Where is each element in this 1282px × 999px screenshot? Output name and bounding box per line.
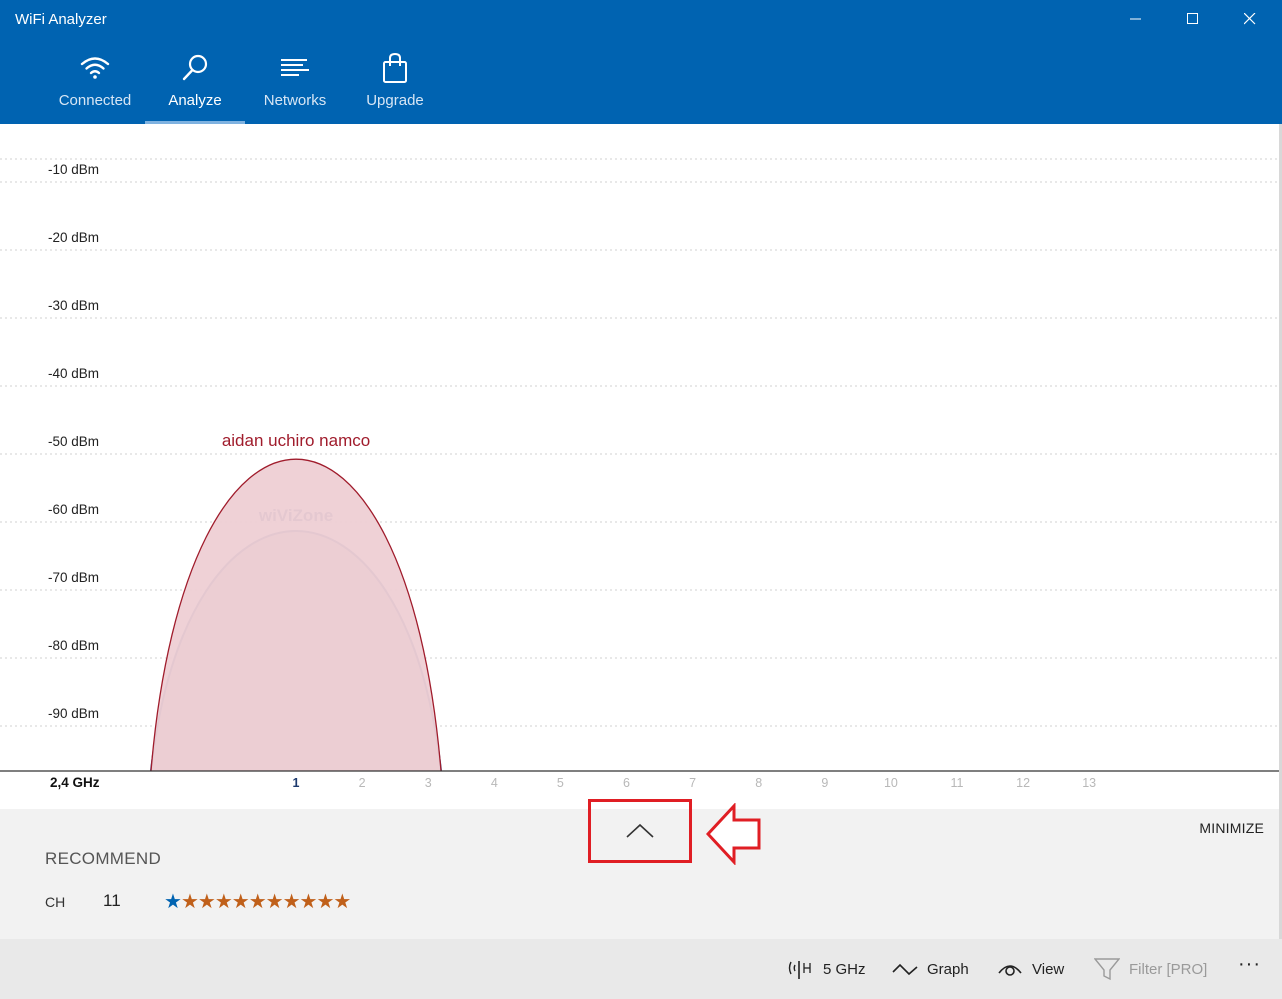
tab-label: Upgrade — [366, 92, 424, 109]
recommend-title: RECOMMEND — [45, 849, 162, 868]
band-5ghz-label: 5 GHz — [823, 960, 866, 978]
minimize-panel-button[interactable]: MINIMIZE — [1199, 820, 1264, 836]
y-tick-label: -10 dBm — [48, 162, 99, 177]
wifi-icon — [80, 57, 110, 79]
signal-chart-svg: -10 dBm -20 dBm -30 dBm -40 dBm -50 dBm -60 d… — [0, 158, 1279, 790]
minimize-icon — [1130, 18, 1141, 20]
networks-list-icon — [281, 59, 309, 76]
tab-label: Analyze — [168, 92, 222, 109]
expand-panel-button[interactable] — [588, 799, 692, 863]
x-tick-label: 7 — [689, 776, 696, 790]
funnel-icon — [1094, 958, 1120, 981]
chevron-up-icon — [626, 823, 654, 838]
y-tick-label: -40 dBm — [48, 366, 99, 381]
graph-label: Graph — [927, 960, 969, 978]
arrow-left-annotation-icon — [706, 803, 761, 865]
x-tick-label: 8 — [755, 776, 762, 790]
rating-star: ★ — [299, 889, 318, 913]
rating-star: ★ — [180, 889, 199, 913]
band-label: 2,4 GHz — [50, 775, 100, 790]
rating-star: ★ — [333, 889, 351, 913]
x-tick-label: 2 — [359, 776, 366, 790]
rating-star: ★ — [316, 889, 334, 913]
tab-networks[interactable]: Networks — [245, 46, 345, 124]
y-tick-label: -80 dBm — [48, 638, 99, 653]
more-options-button[interactable]: ··· — [1238, 951, 1261, 977]
recommended-channel-value: 11 — [103, 891, 121, 910]
rating-star-filled: ★ — [164, 889, 182, 913]
tab-connected[interactable]: Connected — [45, 46, 145, 124]
rating-star: ★ — [282, 889, 301, 913]
band-5ghz-button[interactable]: 5 GHz — [786, 956, 866, 982]
channel-rating-stars: ★★★★★★★★★★★ — [164, 889, 351, 913]
view-label: View — [1032, 960, 1065, 978]
magnifier-icon — [182, 54, 208, 81]
x-tick-label: 5 — [557, 776, 564, 790]
antenna-icon — [788, 961, 811, 979]
filter-label: Filter [PRO] — [1129, 960, 1208, 978]
x-tick-label: 9 — [821, 776, 828, 790]
x-tick-label: 11 — [951, 776, 964, 790]
eye-icon — [998, 965, 1022, 976]
rating-star: ★ — [265, 889, 284, 913]
shopping-bag-icon — [383, 52, 407, 83]
minimize-window-button[interactable] — [1108, 0, 1164, 38]
title-bar: WiFi Analyzer Connected Analyze Networks… — [0, 0, 1282, 124]
y-tick-label: -90 dBm — [48, 706, 99, 721]
rating-star: ★ — [248, 889, 267, 913]
x-tick-label: 4 — [491, 776, 498, 790]
y-tick-label: -30 dBm — [48, 298, 99, 313]
y-tick-label: -50 dBm — [48, 434, 99, 449]
x-tick-label: 13 — [1082, 776, 1096, 790]
graph-button[interactable]: Graph — [892, 956, 969, 982]
x-tick-label: 3 — [425, 776, 432, 790]
x-tick-label: 6 — [623, 776, 630, 790]
network-label: aidan uchiro namco — [222, 431, 370, 450]
filter-pro-button[interactable]: Filter [PRO] — [1094, 956, 1207, 982]
y-tick-label: -70 dBm — [48, 570, 99, 585]
close-window-button[interactable] — [1222, 0, 1278, 38]
tab-upgrade[interactable]: Upgrade — [345, 46, 445, 124]
channel-label: CH — [45, 894, 66, 910]
y-tick-label: -20 dBm — [48, 230, 99, 245]
recommend-panel: MINIMIZE RECOMMEND CH 11 ★★★★★★★★★★★ — [0, 799, 1282, 939]
signal-chart: -10 dBm -20 dBm -30 dBm -40 dBm -50 dBm -60 d… — [0, 124, 1282, 809]
maximize-icon — [1187, 13, 1198, 24]
x-tick-label: 10 — [884, 776, 898, 790]
rating-star: ★ — [231, 889, 250, 913]
close-icon — [1244, 13, 1256, 25]
rating-star: ★ — [214, 889, 233, 913]
view-button[interactable]: View — [997, 956, 1064, 982]
command-bar: 5 GHz Graph View Filter [PRO] ··· — [0, 939, 1282, 999]
tab-label: Connected — [58, 92, 132, 109]
tab-analyze[interactable]: Analyze — [145, 46, 245, 124]
x-tick-label: 12 — [1016, 776, 1030, 790]
y-tick-label: -60 dBm — [48, 502, 99, 517]
rating-star: ★ — [197, 889, 216, 913]
app-title: WiFi Analyzer — [15, 11, 107, 28]
maximize-window-button[interactable] — [1165, 0, 1221, 38]
network-signal-area — [151, 459, 441, 771]
x-tick-label: 1 — [293, 776, 300, 790]
wave-graph-icon — [892, 963, 918, 976]
tab-label: Networks — [263, 92, 327, 109]
